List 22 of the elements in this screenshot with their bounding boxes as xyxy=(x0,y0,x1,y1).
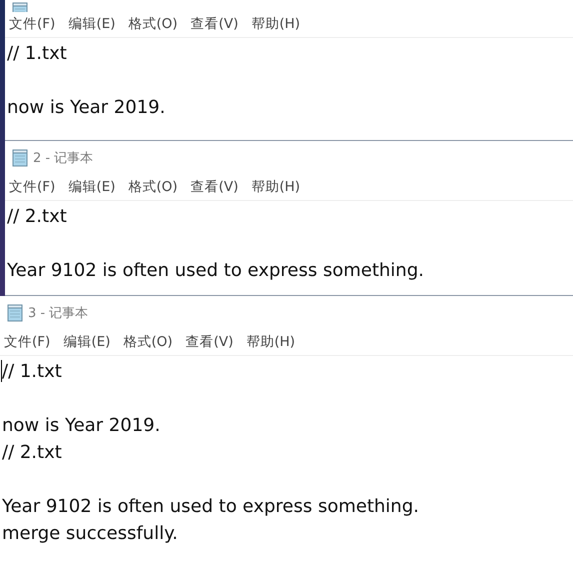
document-text[interactable]: // 2.txt Year 9102 is often used to express something. xyxy=(7,203,424,284)
menu-item[interactable]: 查看(V) xyxy=(186,333,234,351)
menu-item[interactable]: 格式(O) xyxy=(123,333,173,351)
menu-item[interactable]: 文件(F) xyxy=(9,15,56,33)
menu-item[interactable]: 编辑(E) xyxy=(68,178,116,196)
menu-item[interactable]: 文件(F) xyxy=(9,178,56,196)
menu-item[interactable]: 编辑(E) xyxy=(68,15,116,33)
menu-item[interactable]: 编辑(E) xyxy=(63,333,110,351)
menu-item[interactable]: 查看(V) xyxy=(190,178,238,196)
window-title: 2 - 记事本 xyxy=(33,150,94,167)
notepad-icon xyxy=(7,304,23,322)
menu-item[interactable]: 查看(V) xyxy=(190,15,238,33)
menu-item[interactable]: 帮助(H) xyxy=(246,333,296,351)
menu-item[interactable]: 格式(O) xyxy=(128,15,178,33)
menu-item[interactable]: 帮助(H) xyxy=(251,178,300,196)
notepad-icon xyxy=(12,149,28,167)
document-text[interactable]: // 1.txt now is Year 2019. // 2.txt Year 9102 is often used to express something. merge successfully. xyxy=(2,358,419,547)
menu-item[interactable]: 文件(F) xyxy=(4,333,50,351)
menu-item[interactable]: 帮助(H) xyxy=(251,15,300,33)
menu-item[interactable]: 格式(O) xyxy=(128,178,178,196)
document-text[interactable]: // 1.txt now is Year 2019. xyxy=(7,40,166,121)
window-title: 3 - 记事本 xyxy=(28,305,88,322)
